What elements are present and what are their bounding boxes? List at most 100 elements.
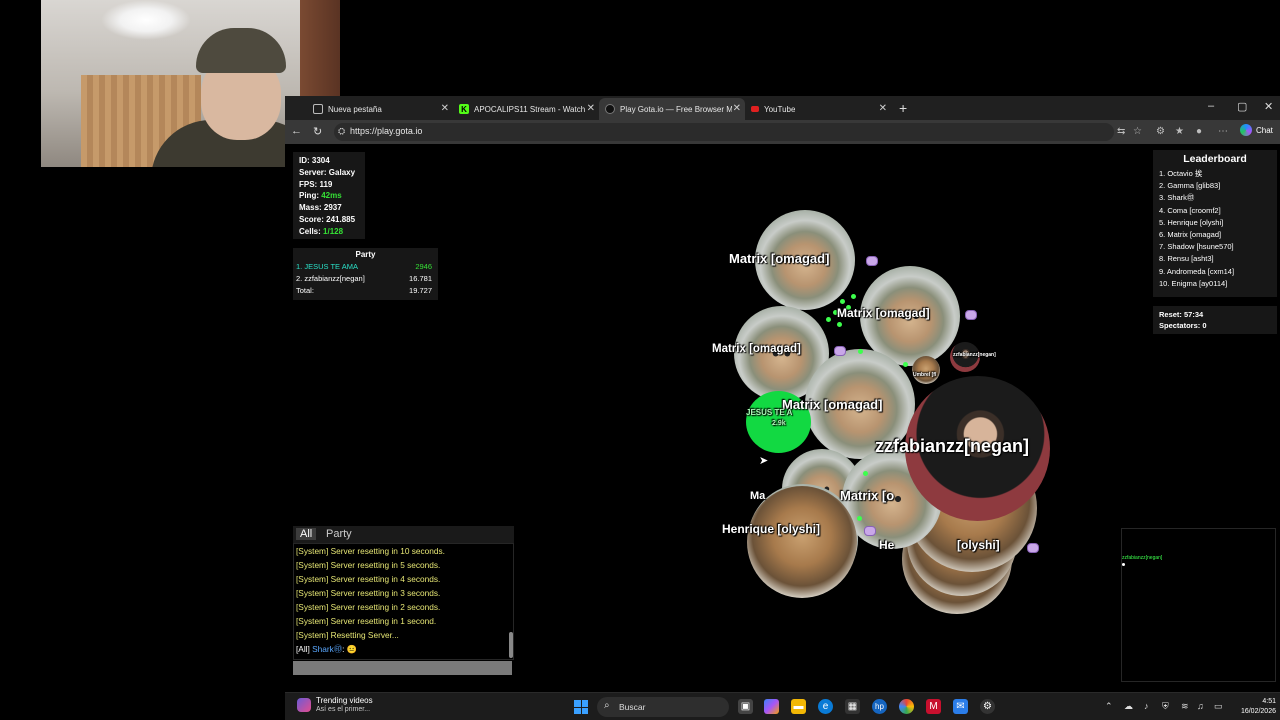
- edge-browser-icon[interactable]: e: [818, 699, 833, 714]
- address-bar: ← ↻ ⛭ https://play.gota.io ⇆ ☆ ⚙ ★ ● ⋯ C…: [285, 120, 1280, 144]
- tab-title: APOCALIPS11 Stream - Watch Live: [474, 104, 586, 114]
- leaderboard-entry: 3. Shark㊞: [1159, 193, 1195, 203]
- mail-icon[interactable]: ✉: [953, 699, 968, 714]
- chat-user: Shark㊞: [312, 644, 343, 654]
- translate-icon[interactable]: ⇆: [1117, 126, 1125, 137]
- store-icon[interactable]: ▦: [845, 699, 860, 714]
- more-menu-icon[interactable]: ⋯: [1218, 126, 1228, 137]
- party-row: 2. zzfabianzz[negan] 16.781: [296, 273, 435, 285]
- page-icon: [313, 104, 323, 114]
- chrome-icon[interactable]: [899, 699, 914, 714]
- chat-message: [System] Server resetting in 3 seconds.: [296, 588, 441, 598]
- gota-icon: [605, 104, 615, 114]
- task-view-icon[interactable]: ▣: [738, 699, 753, 714]
- cell-name: Matrix [o: [840, 488, 895, 503]
- chat-message: [System] Server resetting in 5 seconds.: [296, 560, 441, 570]
- chat-input[interactable]: [293, 661, 512, 675]
- new-tab-button[interactable]: +: [899, 100, 907, 116]
- leaderboard-entry: 9. Andromeda [cxm14]: [1159, 266, 1235, 276]
- chat-panel: All Party [System] Server resetting in 1…: [293, 526, 514, 676]
- screen: Nueva pestaña ✕ K APOCALIPS11 Stream - W…: [0, 0, 1280, 720]
- party-mass: 16.781: [409, 274, 432, 283]
- close-icon[interactable]: ✕: [733, 103, 741, 114]
- copilot-chat-button[interactable]: Chat: [1240, 124, 1273, 136]
- chat-label: Chat: [1256, 125, 1273, 135]
- youtube-icon: [751, 106, 759, 112]
- battery-icon[interactable]: ▭: [1214, 701, 1223, 712]
- reset-timer: Reset: 57:34: [1159, 310, 1204, 319]
- party-name: 1. JESUS TE AMA: [296, 262, 358, 271]
- party-total-label: Total:: [296, 286, 314, 295]
- close-icon[interactable]: ✕: [587, 103, 595, 114]
- chat-message: [All] Shark㊞: 😐: [296, 642, 513, 656]
- leaderboard-entry: 8. Rensu [asht3]: [1159, 254, 1214, 264]
- chat-tab-all[interactable]: All: [296, 528, 317, 540]
- search-placeholder: Buscar: [619, 702, 646, 712]
- chat-tab-party[interactable]: Party: [326, 528, 352, 540]
- minimize-icon[interactable]: –: [1208, 100, 1214, 112]
- close-icon[interactable]: ✕: [441, 103, 449, 114]
- food-pellet: [851, 294, 856, 299]
- close-icon[interactable]: ✕: [879, 103, 887, 114]
- copilot-app-icon[interactable]: [764, 699, 779, 714]
- taskbar-search[interactable]: ⌕ Buscar: [597, 697, 729, 717]
- url-field[interactable]: ⛭ https://play.gota.io: [334, 123, 1114, 141]
- cell-name: Henrique [olyshi]: [722, 522, 821, 536]
- volume-icon[interactable]: ♫: [1197, 701, 1204, 711]
- chat-tabs: All Party: [293, 526, 514, 543]
- party-title: Party: [355, 250, 376, 259]
- favorites-icon[interactable]: ★: [1175, 126, 1184, 137]
- back-arrow-icon[interactable]: ←: [291, 125, 302, 137]
- minimap: zzfabianzz[negan]: [1121, 528, 1276, 682]
- security-icon[interactable]: ⛨: [1162, 701, 1169, 712]
- skin-badge-icon: [1027, 543, 1039, 553]
- mcafee-icon[interactable]: M: [926, 699, 941, 714]
- food-pellet: [826, 317, 831, 322]
- tab-new-tab[interactable]: Nueva pestaña ✕: [307, 98, 453, 120]
- chat-messages: [System] Server resetting in 10 seconds.…: [293, 543, 514, 660]
- site-info-icon[interactable]: ⛭: [338, 126, 345, 137]
- food-pellet: [863, 471, 868, 476]
- wifi-icon[interactable]: ≋: [1181, 701, 1189, 712]
- stat-mass: Mass: 2937: [299, 203, 342, 213]
- tab-youtube[interactable]: YouTube ✕: [745, 98, 891, 120]
- refresh-icon[interactable]: ↻: [313, 125, 322, 138]
- cell-name: JESUS TE A: [746, 408, 793, 417]
- ping-label: Ping:: [299, 191, 322, 201]
- reset-panel: Reset: 57:34 Spectators: 0: [1153, 306, 1277, 334]
- game-canvas[interactable]: ID: 3304 Server: Galaxy FPS: 119 Ping: 4…: [285, 144, 1280, 694]
- chat-scrollbar[interactable]: [509, 632, 513, 658]
- tab-gota-io[interactable]: Play Gota.io — Free Browser Multi ✕: [599, 98, 745, 120]
- close-window-icon[interactable]: ✕: [1264, 100, 1273, 113]
- stat-id: ID: 3304: [299, 156, 330, 165]
- start-button[interactable]: [574, 700, 588, 714]
- party-total-value: 19.727: [409, 286, 432, 295]
- streamer-cap: [196, 28, 286, 73]
- clock[interactable]: 4:51 16/02/2026: [1232, 697, 1276, 717]
- stat-server: Server: Galaxy: [299, 167, 356, 177]
- chat-message: [System] Server resetting in 4 seconds.: [296, 574, 441, 584]
- party-name: 2. zzfabianzz[negan]: [296, 274, 365, 283]
- tab-title: Play Gota.io — Free Browser Multi: [620, 104, 732, 114]
- microphone-icon[interactable]: ♪: [1144, 701, 1149, 711]
- cell-name: He: [879, 538, 895, 552]
- profile-avatar-icon[interactable]: ●: [1196, 126, 1202, 137]
- stats-panel: ID: 3304 Server: Galaxy FPS: 119 Ping: 4…: [293, 152, 365, 239]
- maximize-icon[interactable]: ▢: [1237, 100, 1247, 113]
- news-widget[interactable]: Trending videos Así es el primer...: [297, 696, 373, 714]
- onedrive-icon[interactable]: ☁: [1124, 701, 1133, 712]
- cell-name: Matrix [omagad]: [782, 397, 883, 412]
- tab-apocalips-stream[interactable]: K APOCALIPS11 Stream - Watch Live ✕: [453, 98, 599, 120]
- leaderboard-title: Leaderboard: [1183, 153, 1247, 165]
- favorite-star-icon[interactable]: ☆: [1133, 126, 1142, 137]
- chevron-up-icon[interactable]: ⌃: [1105, 701, 1113, 712]
- spectators-count: Spectators: 0: [1159, 321, 1207, 330]
- hp-icon[interactable]: hp: [872, 699, 887, 714]
- cells-label: Cells:: [299, 226, 324, 236]
- leaderboard-entry: 1. Octavio 挨: [1159, 169, 1203, 178]
- extensions-icon[interactable]: ⚙: [1156, 126, 1165, 137]
- file-explorer-icon[interactable]: ▬: [791, 699, 806, 714]
- leaderboard-panel: Leaderboard 1. Octavio 挨 2. Gamma [glib8…: [1153, 150, 1277, 297]
- stat-fps: FPS: 119: [299, 179, 333, 189]
- settings-icon[interactable]: ⚙: [980, 699, 995, 714]
